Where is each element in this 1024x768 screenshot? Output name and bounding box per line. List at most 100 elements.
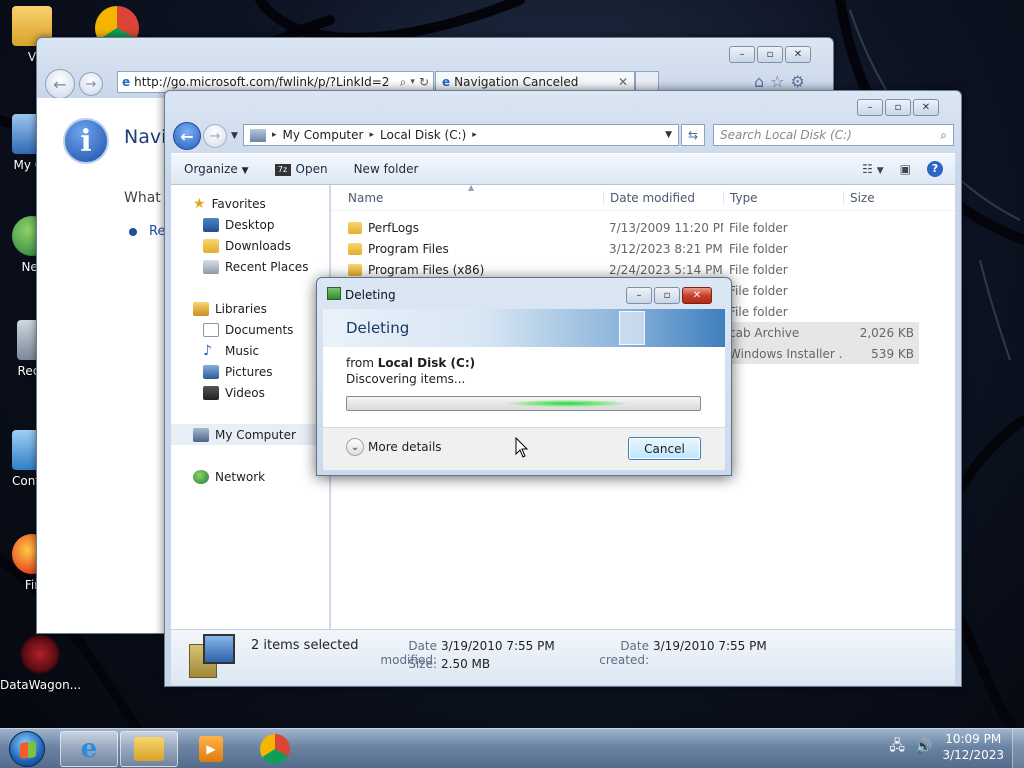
nav-network[interactable]: Network <box>171 466 329 487</box>
delete-progress-bar <box>346 396 701 411</box>
file-date: 7/13/2009 11:20 PM <box>609 220 723 235</box>
refresh-icon[interactable]: ↻ <box>419 75 429 89</box>
network-icon <box>193 469 209 484</box>
mouse-cursor-icon <box>515 437 529 458</box>
taskbar: e ▶ 🖧 🔊 10:09 PM 3/12/2023 <box>0 728 1024 768</box>
chevron-down-icon: ▼ <box>241 166 249 176</box>
cancel-button[interactable]: Cancel <box>628 437 701 460</box>
preview-pane-icon[interactable]: ▣ <box>900 162 911 176</box>
file-row[interactable]: Program Files 3/12/2023 8:21 PM File fol… <box>331 238 955 259</box>
ie-tab-title: Navigation Canceled <box>454 75 579 89</box>
file-name: Program Files (x86) <box>368 262 485 277</box>
column-header-size[interactable]: Size <box>843 190 918 205</box>
search-icon[interactable]: ⌕ <box>940 128 947 143</box>
star-icon: ★ <box>193 195 206 212</box>
taskbar-explorer-button[interactable] <box>120 731 178 767</box>
nav-desktop[interactable]: Desktop <box>171 214 329 235</box>
navigation-pane: ★ Favorites Desktop Downloads Recent Pla… <box>171 185 330 629</box>
ie-back-button[interactable]: ← <box>45 69 75 99</box>
recent-pages-dropdown-icon[interactable]: ▼ <box>231 131 238 141</box>
nav-my-computer[interactable]: My Computer <box>171 424 329 445</box>
explorer-back-button[interactable]: ← <box>173 122 201 150</box>
breadcrumb-separator-icon[interactable]: ▸ <box>272 130 277 140</box>
address-dropdown-icon[interactable]: ▼ <box>665 130 672 140</box>
arrow-right-icon: → <box>209 128 221 144</box>
progress-marquee <box>507 400 627 407</box>
delete-status: Discovering items... <box>346 372 466 386</box>
file-size: 539 KB <box>871 346 914 361</box>
refresh-button[interactable]: ⇆ <box>681 124 705 146</box>
volume-icon[interactable]: 🔊 <box>915 739 932 755</box>
show-desktop-button[interactable] <box>1012 729 1024 768</box>
nav-videos[interactable]: Videos <box>171 382 329 403</box>
dialog-close-button[interactable]: ✕ <box>682 287 712 304</box>
clock[interactable]: 10:09 PM 3/12/2023 <box>942 731 1004 763</box>
file-row[interactable]: PerfLogs 7/13/2009 11:20 PM File folder <box>331 217 955 238</box>
taskbar-ie-button[interactable]: e <box>60 731 118 767</box>
explorer-address-bar[interactable]: ▸ My Computer ▸ Local Disk (C:) ▸ ▼ <box>243 124 679 146</box>
tab-close-icon[interactable]: ✕ <box>618 75 628 89</box>
favorites-star-icon[interactable]: ☆ <box>770 72 784 91</box>
date-created-value: 3/19/2010 7:55 PM <box>653 639 767 653</box>
ie-minimize-button[interactable]: – <box>729 46 755 63</box>
nav-music[interactable]: ♪ Music <box>171 340 329 361</box>
breadcrumb-my-computer[interactable]: My Computer <box>283 128 364 142</box>
file-name: PerfLogs <box>368 220 420 235</box>
ie-close-button[interactable]: ✕ <box>785 46 811 63</box>
ie-address-text: http://go.microsoft.com/fwlink/p/?LinkId… <box>134 75 390 89</box>
dialog-maximize-button[interactable]: ▫ <box>654 287 680 304</box>
nav-pictures[interactable]: Pictures <box>171 361 329 382</box>
nav-downloads[interactable]: Downloads <box>171 235 329 256</box>
explorer-search-box[interactable]: Search Local Disk (C:) ⌕ <box>713 124 954 146</box>
ie-tab-icon: e <box>442 75 451 89</box>
help-icon[interactable]: ? <box>927 161 943 177</box>
more-details-toggle[interactable]: ⌄ More details <box>346 438 442 456</box>
explorer-maximize-button[interactable]: ▫ <box>885 99 911 116</box>
breadcrumb-local-disk[interactable]: Local Disk (C:) <box>380 128 466 142</box>
file-type: cab Archive <box>729 325 800 340</box>
explorer-minimize-button[interactable]: – <box>857 99 883 116</box>
glass-reflection-icon <box>619 311 645 345</box>
ie-nav-buttons: ← → <box>45 69 103 99</box>
gear-icon[interactable]: ⚙ <box>791 72 805 91</box>
nav-label: Videos <box>225 385 265 400</box>
nav-label: Libraries <box>215 301 267 316</box>
column-header-type[interactable]: Type <box>723 190 843 205</box>
organize-button[interactable]: Organize ▼ <box>184 162 249 176</box>
column-header-date[interactable]: Date modified <box>603 190 723 205</box>
open-label: Open <box>295 162 328 176</box>
chevron-down-icon[interactable]: ▾ <box>410 77 415 87</box>
computer-icon <box>193 427 209 442</box>
nav-libraries[interactable]: Libraries <box>171 298 329 319</box>
explorer-close-button[interactable]: ✕ <box>913 99 939 116</box>
desktop-icon-label: DataWagon... <box>0 678 82 692</box>
arrow-left-icon: ← <box>53 74 67 94</box>
search-icon[interactable]: ⌕ <box>400 75 407 90</box>
home-icon[interactable]: ⌂ <box>754 72 764 91</box>
column-header-name[interactable]: Name <box>331 191 603 205</box>
explorer-forward-button[interactable]: → <box>203 124 227 148</box>
taskbar-chrome-button[interactable] <box>246 731 304 767</box>
breadcrumb-separator-icon[interactable]: ▸ <box>472 130 477 140</box>
nav-documents[interactable]: Documents <box>171 319 329 340</box>
desktop-icon-datawagon[interactable]: DataWagon... <box>0 634 82 692</box>
ie-forward-button[interactable]: → <box>79 72 103 96</box>
breadcrumb-separator-icon[interactable]: ▸ <box>369 130 374 140</box>
nav-favorites[interactable]: ★ Favorites <box>171 193 329 214</box>
network-status-icon[interactable]: 🖧 <box>889 735 905 759</box>
nav-label: Favorites <box>211 196 266 211</box>
music-note-icon: ♪ <box>203 342 212 359</box>
change-view-icon[interactable]: ☷ ▼ <box>862 162 884 176</box>
chrome-icon <box>260 734 290 764</box>
ie-bullet-item[interactable]: Re <box>129 224 165 239</box>
nav-label: Downloads <box>225 238 291 253</box>
nav-recent-places[interactable]: Recent Places <box>171 256 329 277</box>
internet-explorer-icon: e <box>80 734 98 764</box>
start-button[interactable] <box>2 730 52 768</box>
ie-maximize-button[interactable]: ▫ <box>757 46 783 63</box>
file-type: File folder <box>729 220 788 235</box>
new-folder-button[interactable]: New folder <box>354 162 419 176</box>
taskbar-media-player-button[interactable]: ▶ <box>182 731 240 767</box>
open-button[interactable]: 7z Open <box>274 162 328 176</box>
dialog-minimize-button[interactable]: – <box>626 287 652 304</box>
